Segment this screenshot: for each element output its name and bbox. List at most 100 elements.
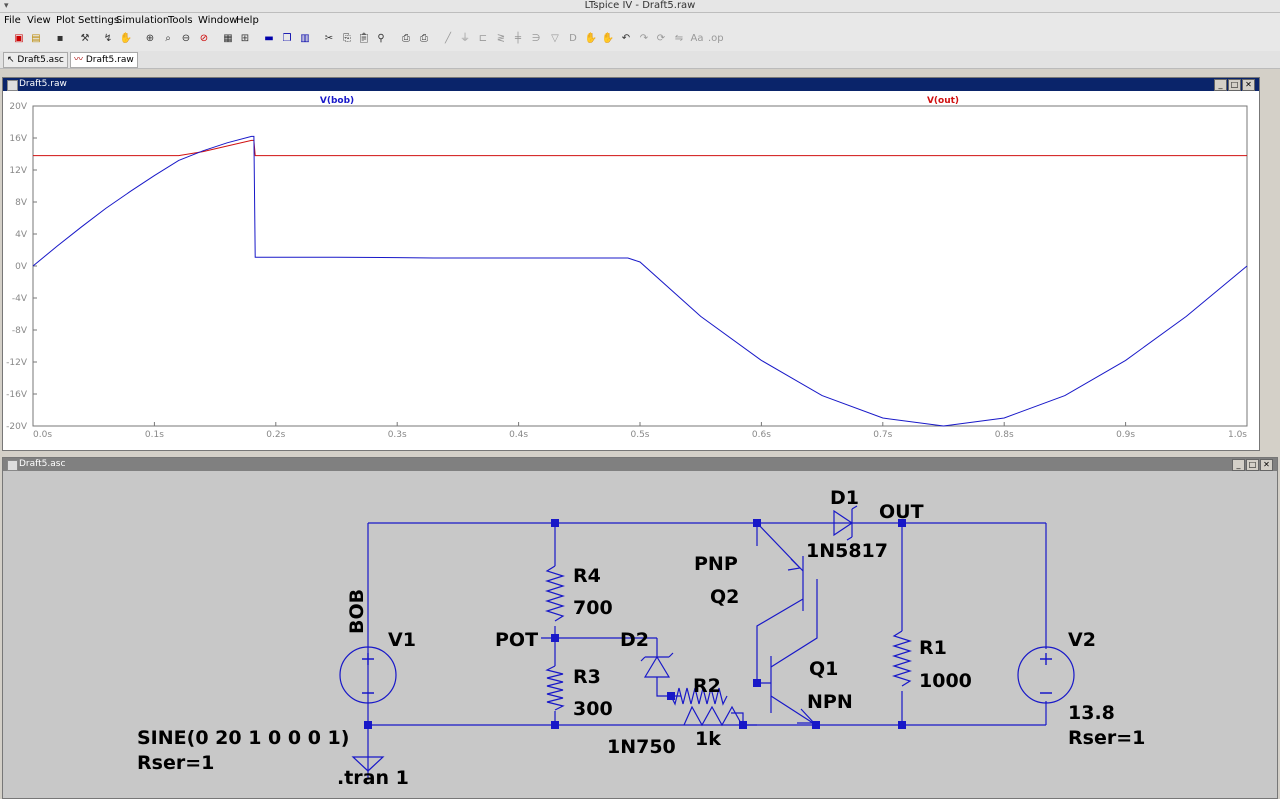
inductor-icon[interactable]: ∋ bbox=[529, 32, 543, 46]
waveform-plot[interactable]: V(bob) V(out) 20V 16V 12V 8V 4V 0V -4V -8V -12V -… bbox=[3, 92, 1259, 450]
wire-icon[interactable]: ╱ bbox=[441, 32, 455, 46]
node-dot bbox=[551, 634, 559, 642]
label-r4-value: 700 bbox=[573, 597, 613, 619]
node-dot bbox=[364, 721, 372, 729]
y-tick-label: 0V bbox=[15, 262, 28, 272]
ground-icon[interactable]: ⏚ bbox=[458, 32, 472, 46]
redo-icon[interactable]: ↷ bbox=[637, 32, 651, 46]
label-q1: Q1 bbox=[809, 658, 838, 680]
find-icon[interactable]: ⚲ bbox=[374, 32, 388, 46]
text-icon[interactable]: Aa bbox=[690, 32, 704, 46]
close-button[interactable]: ✕ bbox=[1260, 459, 1273, 471]
y-tick-label: -4V bbox=[12, 294, 28, 304]
y-tick-label: -8V bbox=[12, 326, 28, 336]
new-schematic-icon[interactable]: ▣ bbox=[12, 32, 26, 46]
minimize-button[interactable]: _ bbox=[1214, 79, 1227, 91]
y-tick-label: -12V bbox=[6, 358, 28, 368]
label-v2-value: 13.8 bbox=[1068, 702, 1115, 724]
node-dot bbox=[812, 721, 820, 729]
minimize-button[interactable]: _ bbox=[1232, 459, 1245, 471]
document-tabs: ↖ Draft5.asc 〰 Draft5.raw bbox=[0, 51, 1280, 69]
schematic-icon: ↖ bbox=[7, 55, 18, 65]
zener-diode-d2[interactable] bbox=[640, 652, 674, 678]
menu-window[interactable]: Window bbox=[198, 15, 237, 26]
run-icon[interactable]: ↯ bbox=[101, 32, 115, 46]
tile-vertical-icon[interactable]: ▥ bbox=[298, 32, 312, 46]
menu-simulation[interactable]: Simulation bbox=[116, 15, 169, 26]
menu-help[interactable]: Help bbox=[236, 15, 259, 26]
resistor-r1[interactable] bbox=[891, 630, 913, 687]
cut-icon[interactable]: ✂ bbox=[322, 32, 336, 46]
close-button[interactable]: ✕ bbox=[1242, 79, 1255, 91]
menu-file[interactable]: File bbox=[4, 15, 21, 26]
zoom-fit-icon[interactable]: ⊘ bbox=[197, 32, 211, 46]
menu-bar: File View Plot Settings Simulation Tools… bbox=[0, 13, 1280, 29]
zoom-out-icon[interactable]: ⊖ bbox=[179, 32, 193, 46]
maximize-button[interactable]: □ bbox=[1246, 459, 1259, 471]
label-r2: R2 bbox=[693, 675, 721, 697]
node-dot bbox=[667, 692, 675, 700]
label-d1-model: 1N5817 bbox=[806, 540, 888, 562]
label-r3-value: 300 bbox=[573, 698, 613, 720]
trace-label-vout[interactable]: V(out) bbox=[927, 96, 959, 106]
x-tick-label: 0.7s bbox=[873, 430, 892, 440]
undo-icon[interactable]: ↶ bbox=[619, 32, 633, 46]
resistor-icon[interactable]: ≷ bbox=[494, 32, 508, 46]
paste-icon[interactable]: 📋︎ bbox=[357, 32, 371, 46]
cascade-icon[interactable]: ❐ bbox=[280, 32, 294, 46]
node-dot bbox=[551, 519, 559, 527]
x-tick-label: 0.3s bbox=[388, 430, 407, 440]
save-icon[interactable]: ▪ bbox=[53, 32, 67, 46]
menu-tools[interactable]: Tools bbox=[168, 15, 193, 26]
zoom-area-icon[interactable]: ⌕ bbox=[161, 32, 175, 46]
move-icon[interactable]: ✋ bbox=[584, 32, 598, 46]
label-net-icon[interactable]: ⊏ bbox=[476, 32, 490, 46]
autorange-icon[interactable]: ▦ bbox=[221, 32, 235, 46]
label-out: OUT bbox=[879, 501, 924, 523]
tile-horizontal-icon[interactable]: ▬ bbox=[262, 32, 276, 46]
diode-icon[interactable]: ▽ bbox=[548, 32, 562, 46]
manual-limits-icon[interactable]: ⊞ bbox=[238, 32, 252, 46]
label-v1-rser: Rser=1 bbox=[137, 752, 214, 774]
spice-directive-icon[interactable]: .op bbox=[708, 32, 724, 46]
label-r4: R4 bbox=[573, 565, 601, 587]
label-v2-rser: Rser=1 bbox=[1068, 727, 1145, 749]
label-r1: R1 bbox=[919, 637, 947, 659]
node-dot bbox=[753, 679, 761, 687]
menu-view[interactable]: View bbox=[27, 15, 51, 26]
label-tran-directive[interactable]: .tran 1 bbox=[337, 767, 409, 789]
tab-draft5-asc[interactable]: ↖ Draft5.asc bbox=[3, 52, 68, 68]
plot-window: Draft5.raw _ □ ✕ V(bob) V(out) 20V 16V 12V 8V… bbox=[2, 77, 1260, 451]
label-r2-value: 1k bbox=[695, 728, 721, 750]
open-icon[interactable]: ▤ bbox=[29, 32, 43, 46]
component-icon[interactable]: D bbox=[566, 32, 580, 46]
maximize-button[interactable]: □ bbox=[1228, 79, 1241, 91]
mirror-icon[interactable]: ⇋ bbox=[672, 32, 686, 46]
label-v2: V2 bbox=[1068, 629, 1096, 651]
zoom-in-icon[interactable]: ⊕ bbox=[143, 32, 157, 46]
resistor-r3[interactable] bbox=[545, 665, 565, 711]
capacitor-icon[interactable]: ╪ bbox=[511, 32, 525, 46]
pan-icon[interactable]: ✋ bbox=[119, 32, 133, 46]
trace-label-vbob[interactable]: V(bob) bbox=[320, 96, 354, 106]
label-q2: Q2 bbox=[710, 586, 739, 608]
node-dot bbox=[753, 519, 761, 527]
label-bob: BOB bbox=[346, 589, 368, 634]
plot-area[interactable] bbox=[32, 105, 1248, 427]
print-preview-icon[interactable]: ⎙ bbox=[399, 32, 413, 46]
schematic-canvas[interactable]: D1 OUT 1N5817 PNP Q2 R4 700 BOB V1 POT D… bbox=[3, 472, 1275, 797]
control-panel-icon[interactable]: ⚒ bbox=[78, 32, 92, 46]
print-icon[interactable]: ⎙ bbox=[417, 32, 431, 46]
v2-polarity-icon bbox=[1040, 653, 1052, 694]
resistor-r4[interactable] bbox=[544, 565, 566, 622]
label-v1: V1 bbox=[388, 629, 416, 651]
copy-icon[interactable]: ⎘ bbox=[340, 32, 354, 46]
rotate-icon[interactable]: ⟳ bbox=[654, 32, 668, 46]
node-dot bbox=[739, 721, 747, 729]
menu-plot-settings[interactable]: Plot Settings bbox=[56, 15, 119, 26]
tab-draft5-raw[interactable]: 〰 Draft5.raw bbox=[70, 52, 138, 68]
schematic-window: Draft5.asc _ □ ✕ D1 OUT 1N5817 PNP Q2 R4… bbox=[2, 457, 1278, 799]
label-pnp: PNP bbox=[694, 553, 738, 575]
drag-icon[interactable]: ✋ bbox=[601, 32, 615, 46]
y-tick-label: 4V bbox=[15, 230, 28, 240]
